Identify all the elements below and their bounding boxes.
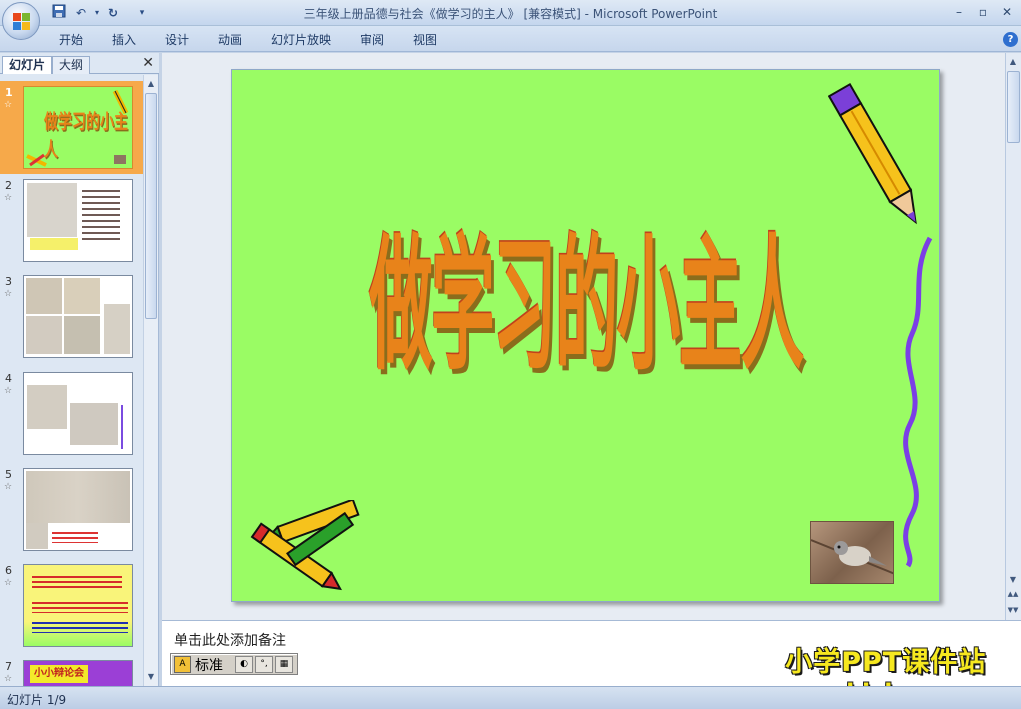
slide-thumbnail-6[interactable]: 6 ☆	[0, 564, 144, 652]
slides-panel-scrollbar[interactable]: ▲ ▼	[143, 75, 158, 686]
notes-placeholder[interactable]: 单击此处添加备注	[174, 630, 286, 650]
title-bar: ↶ ▾ ↻ ▾ 三年级上册品德与社会《做学习的主人》 [兼容模式] - Micr…	[0, 0, 1021, 26]
slide-number: 4	[5, 372, 12, 385]
animation-star-icon: ☆	[4, 578, 13, 588]
close-button[interactable]: ✕	[996, 3, 1018, 21]
help-icon[interactable]: ?	[1003, 32, 1018, 47]
pencil-icon	[828, 82, 917, 225]
tab-design[interactable]: 设计	[165, 31, 189, 48]
slides-panel: 幻灯片 大纲 ✕ 1 ☆ 做学习的小主人 2 ☆ 3 ☆ 4 ☆ 5 ☆ 6 ☆…	[0, 53, 159, 686]
ime-logo-icon[interactable]: A	[174, 656, 191, 673]
crayons-icon	[250, 500, 360, 591]
animation-star-icon: ☆	[4, 674, 13, 684]
slide-counter: 幻灯片 1/9	[7, 693, 67, 707]
slide-preview	[23, 275, 133, 358]
slide-title[interactable]: 做学习的小主人	[232, 218, 941, 390]
wavy-line-icon	[903, 236, 933, 568]
watermark-line1: 小学PPT课件站	[785, 647, 987, 678]
animation-star-icon: ☆	[4, 193, 13, 203]
thumbnail-title: 小小辩论会	[30, 665, 88, 683]
office-button[interactable]	[2, 2, 40, 40]
slide-edit-area: 做学习的小主人	[162, 53, 1005, 620]
ime-punct-icon[interactable]: °,	[255, 656, 273, 673]
slide-title-text: 做学习的小主人	[369, 218, 805, 391]
bird-thumbnail	[114, 155, 126, 164]
slide-number: 2	[5, 179, 12, 192]
scroll-up-icon[interactable]: ▲	[1006, 55, 1020, 69]
animation-star-icon: ☆	[4, 289, 13, 299]
slide-number: 7	[5, 660, 12, 673]
animation-star-icon: ☆	[4, 482, 13, 492]
panel-tabs: 幻灯片 大纲 ✕	[0, 53, 159, 74]
slide-preview	[23, 372, 133, 455]
tab-insert[interactable]: 插入	[112, 31, 136, 48]
ime-width-icon[interactable]: ◐	[235, 656, 253, 673]
ime-keyboard-icon[interactable]: ▦	[275, 656, 293, 673]
ime-mode-label[interactable]: 标准	[195, 655, 223, 675]
scroll-down-icon[interactable]: ▼	[144, 670, 158, 684]
slide-preview	[23, 468, 133, 551]
scrollbar-thumb[interactable]	[1007, 71, 1020, 143]
tab-slide-show[interactable]: 幻灯片放映	[271, 31, 331, 48]
tab-outline[interactable]: 大纲	[52, 56, 91, 74]
slide-preview	[23, 564, 133, 647]
maximize-button[interactable]: ▫	[972, 3, 994, 21]
slide-preview: 小小辩论会	[23, 660, 133, 686]
pencil-icon	[112, 89, 129, 115]
slide-number: 6	[5, 564, 12, 577]
ribbon-tab-bar: 开始 插入 设计 动画 幻灯片放映 审阅 视图	[0, 26, 1021, 52]
slide-thumbnail-3[interactable]: 3 ☆	[0, 275, 144, 363]
minimize-button[interactable]: –	[948, 3, 970, 21]
next-slide-icon[interactable]: ▼▼	[1006, 603, 1020, 617]
slide-thumbnail-7[interactable]: 7 ☆ 小小辩论会	[0, 660, 144, 686]
bird-icon	[811, 539, 893, 575]
slide-number: 5	[5, 468, 12, 481]
scrollbar-thumb[interactable]	[145, 93, 157, 319]
bird-photo[interactable]	[810, 521, 894, 584]
slide-thumbnail-1[interactable]: 1 ☆ 做学习的小主人	[0, 81, 144, 174]
slide-thumbnail-5[interactable]: 5 ☆	[0, 468, 144, 556]
window-title: 三年级上册品德与社会《做学习的主人》 [兼容模式] - Microsoft Po…	[303, 7, 718, 21]
animation-star-icon: ☆	[4, 100, 13, 110]
slide-number: 3	[5, 275, 12, 288]
current-slide[interactable]: 做学习的小主人	[231, 69, 940, 602]
slide-thumbnail-4[interactable]: 4 ☆	[0, 372, 144, 460]
previous-slide-icon[interactable]: ▲▲	[1006, 587, 1020, 601]
status-bar: 幻灯片 1/9	[0, 686, 1021, 709]
slide-preview: 做学习的小主人	[23, 86, 133, 169]
scroll-up-icon[interactable]: ▲	[144, 77, 158, 91]
animation-star-icon: ☆	[4, 386, 13, 396]
tab-view[interactable]: 视图	[413, 31, 437, 48]
tab-home[interactable]: 开始	[59, 31, 83, 48]
tab-animations[interactable]: 动画	[218, 31, 242, 48]
slide-preview	[23, 179, 133, 262]
ime-toolbar: A 标准 ◐ °, ▦	[170, 653, 298, 675]
panel-close-icon[interactable]: ✕	[142, 55, 154, 71]
slide-scrollbar[interactable]: ▲ ▼ ▲▲ ▼▼	[1005, 53, 1021, 620]
crayons-icon	[26, 153, 47, 167]
slide-thumbnail-2[interactable]: 2 ☆	[0, 179, 144, 267]
tab-review[interactable]: 审阅	[360, 31, 384, 48]
tab-slides[interactable]: 幻灯片	[2, 56, 53, 74]
office-logo-icon	[13, 13, 30, 30]
slide-number: 1	[5, 86, 13, 99]
scroll-down-icon[interactable]: ▼	[1006, 573, 1020, 587]
